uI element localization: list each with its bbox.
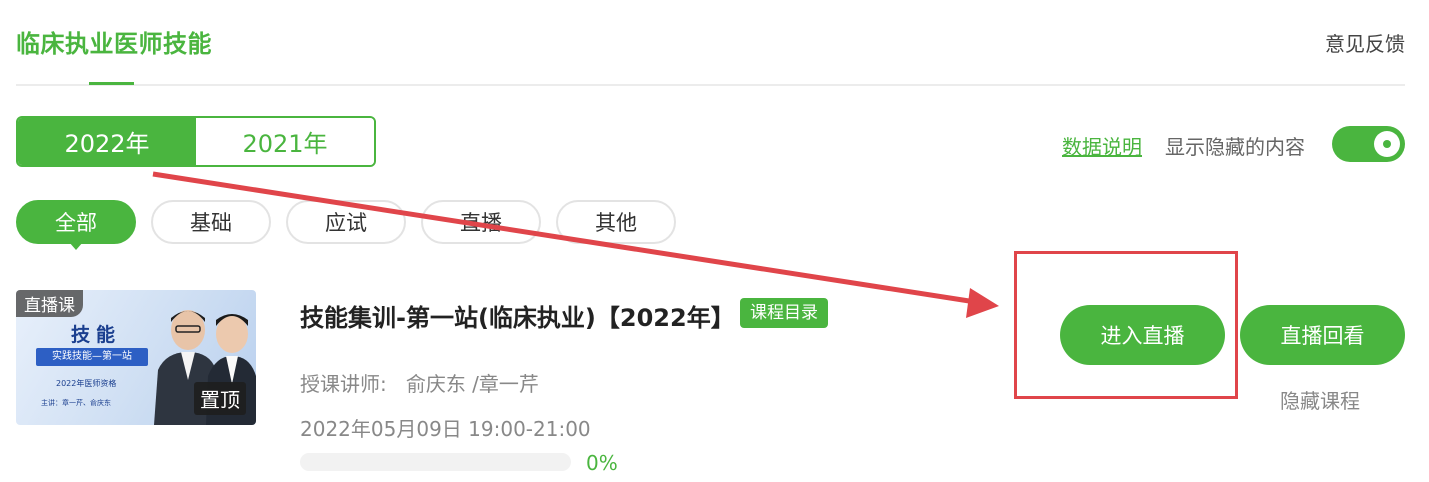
annotation-arrow bbox=[152, 171, 999, 318]
